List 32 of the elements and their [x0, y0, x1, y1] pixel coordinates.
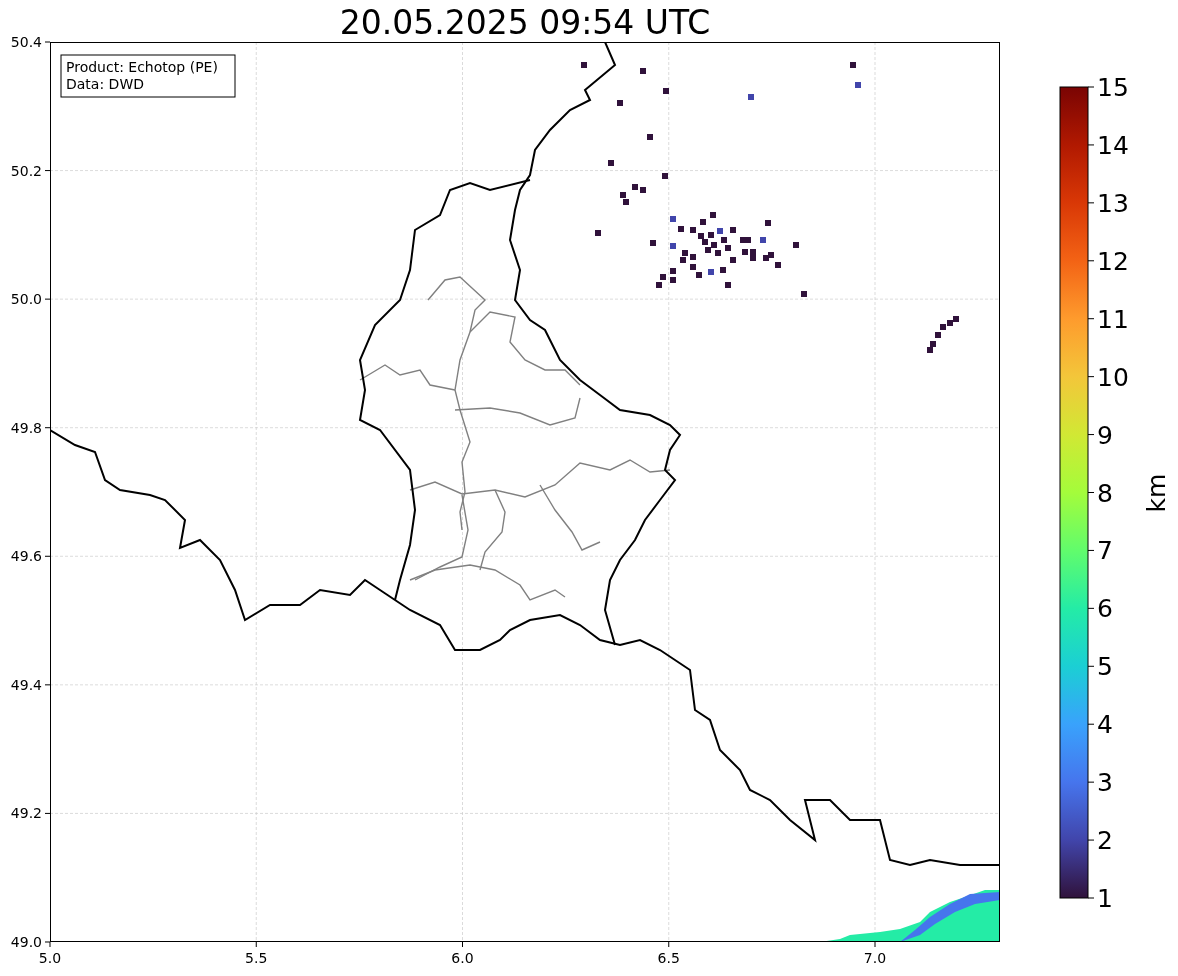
chart-title: 20.05.2025 09:54 UTC — [339, 3, 711, 42]
colorbar-tick-label: 1 — [1097, 884, 1113, 913]
y-axis-tick-label: 49.4 — [10, 676, 42, 693]
x-axis-tick-label: 6.0 — [451, 950, 474, 966]
y-axis-tick-label: 50.0 — [10, 291, 42, 308]
colorbar-label: km — [1142, 473, 1171, 513]
colorbar-tick-label: 14 — [1097, 130, 1129, 160]
colorbar-tick-label: 9 — [1097, 420, 1113, 450]
y-axis-tick-label: 50.2 — [10, 162, 42, 179]
x-axis-tick-label: 6.5 — [657, 950, 680, 966]
x-axis-tick-label: 5.5 — [245, 950, 268, 966]
colorbar-tick-label: 12 — [1097, 246, 1129, 276]
colorbar-tick-label: 6 — [1097, 594, 1113, 624]
x-axis-tick-label: 5.0 — [38, 950, 62, 966]
legend-text: Data: DWD — [66, 76, 144, 92]
colorbar-tick-label: 15 — [1097, 73, 1129, 102]
colorbar-tick-label: 11 — [1097, 304, 1129, 334]
colorbar-tick-label: 4 — [1097, 710, 1113, 740]
colorbar-tick-label: 7 — [1097, 536, 1113, 566]
colorbar-tick-label: 13 — [1097, 188, 1129, 218]
legend-text: Product: Echotop (PE) — [66, 59, 218, 75]
x-axis-tick-label: 7.0 — [863, 950, 887, 966]
colorbar-tick-label: 2 — [1097, 826, 1113, 856]
y-axis-tick-label: 49.6 — [10, 548, 42, 565]
colorbar-tick-label: 8 — [1097, 478, 1113, 508]
y-axis-tick-label: 49.8 — [10, 419, 42, 436]
colorbar-tick-label: 3 — [1097, 768, 1113, 798]
y-axis-tick-label: 49.2 — [10, 805, 42, 822]
y-axis-tick-label: 49.0 — [10, 934, 42, 950]
colorbar-tick-label: 10 — [1097, 362, 1129, 392]
y-axis-tick-label: 50.4 — [10, 34, 42, 50]
colorbar-tick-label: 5 — [1097, 652, 1113, 682]
